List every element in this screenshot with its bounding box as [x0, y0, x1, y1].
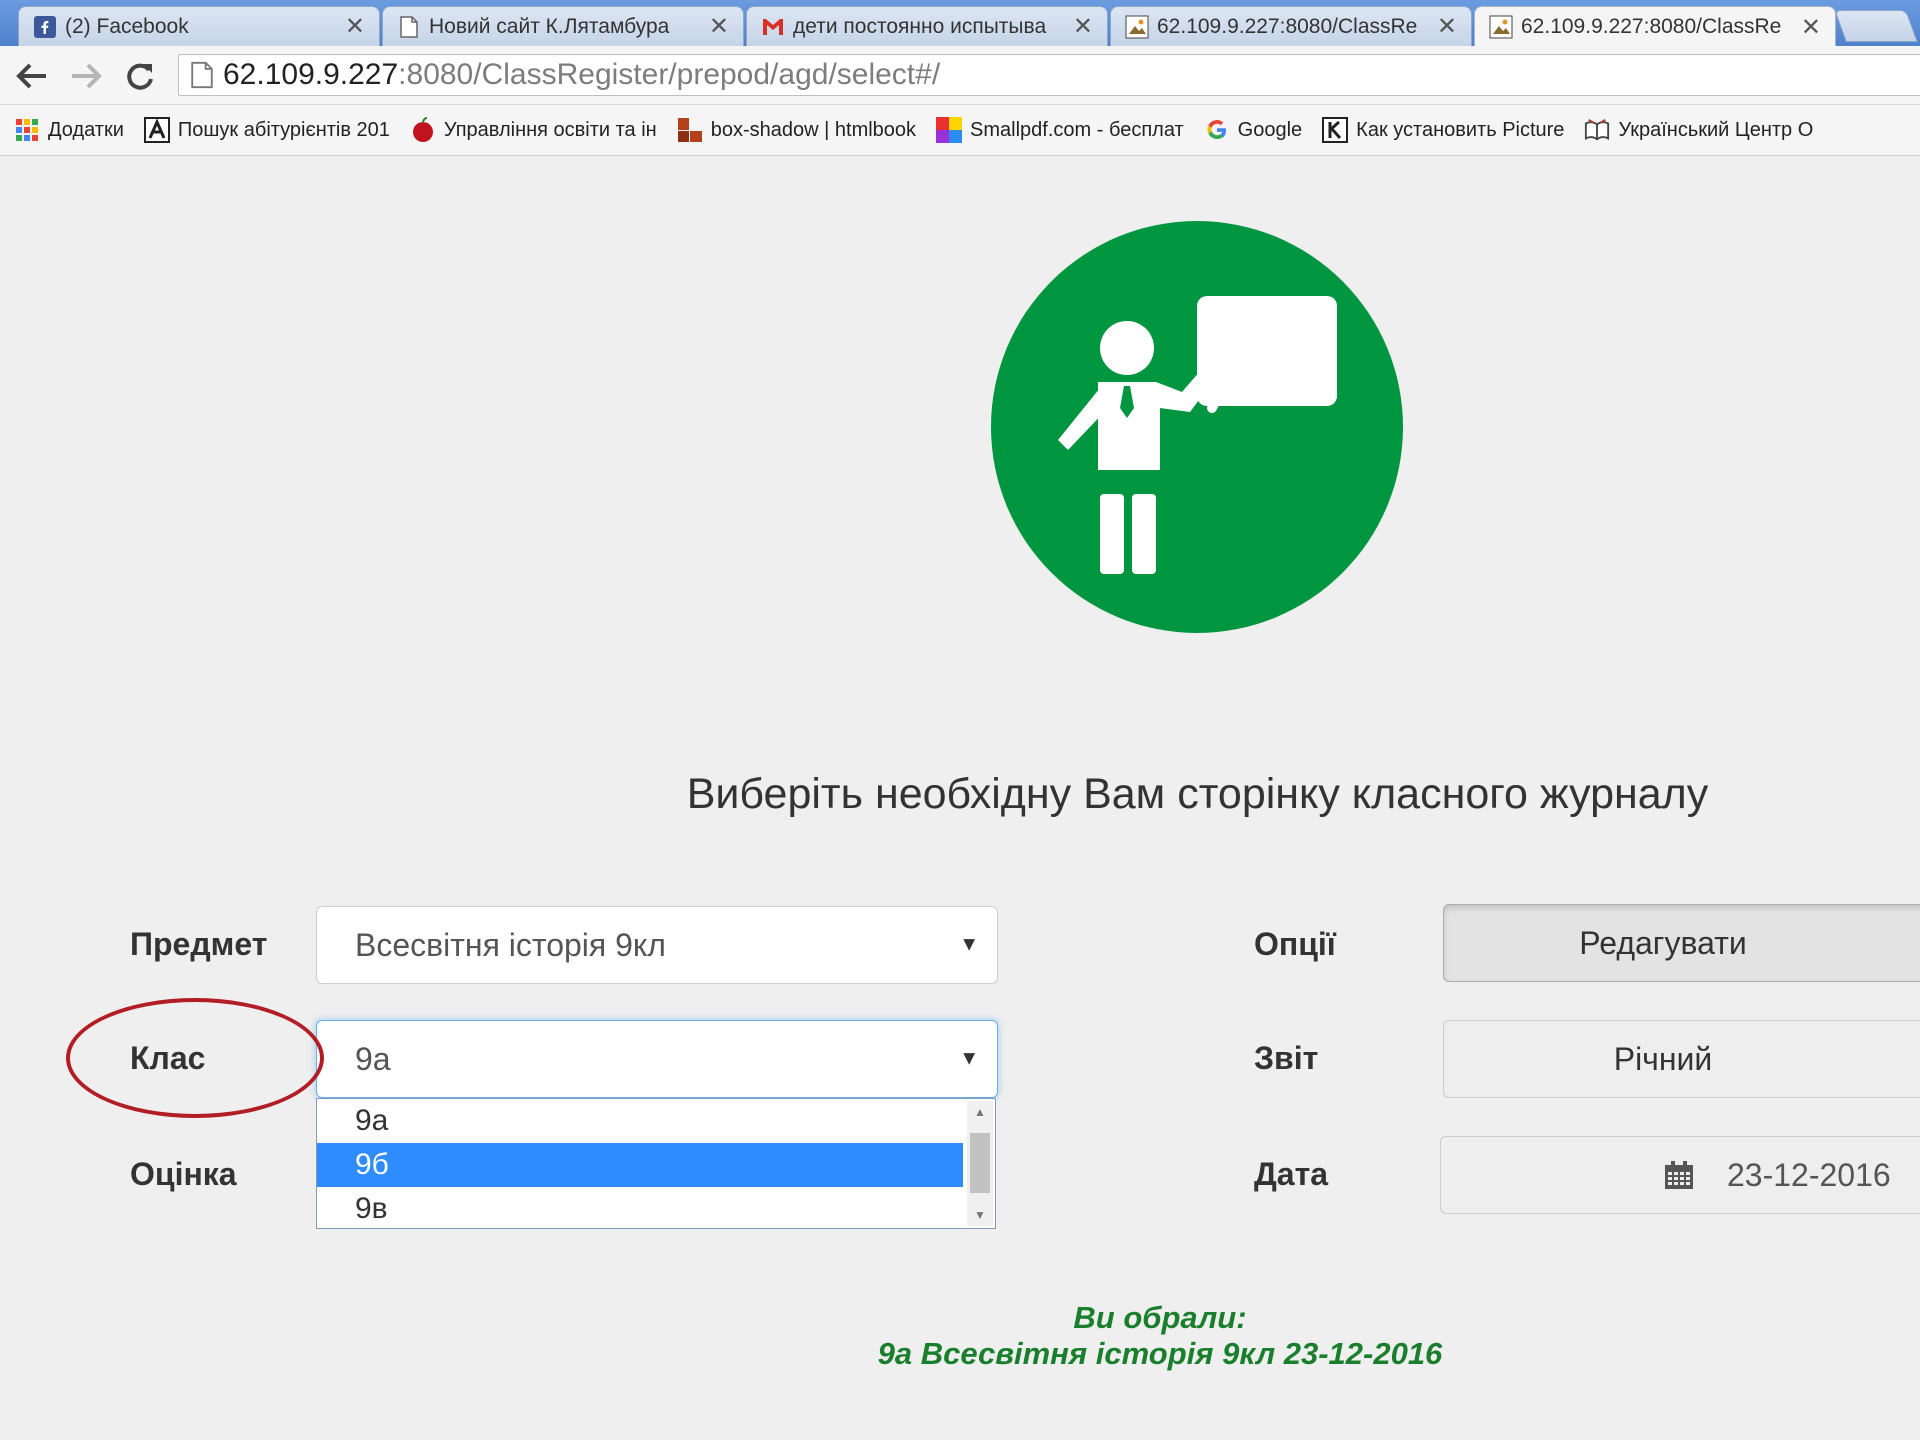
url-path: :8080/ClassRegister/prepod/agd/select#/ — [398, 58, 941, 91]
classregister-icon — [1125, 15, 1149, 39]
bookmark-google[interactable]: Google — [1204, 117, 1303, 143]
tab-new-site[interactable]: Новий сайт К.Лятамбура ✕ — [382, 6, 744, 46]
options-label: Опції — [1254, 926, 1336, 962]
bookmark-label: Google — [1237, 118, 1303, 141]
subject-select-value: Всесвітня історія 9кл — [355, 926, 666, 963]
caret-down-icon: ▼ — [959, 933, 979, 956]
tab-gmail[interactable]: дети постоянно испытыва ✕ — [746, 6, 1108, 46]
bookmarks-bar: Додатки Пошук абітурієнтів 201 Управлінн… — [0, 105, 1920, 156]
annual-report-button[interactable]: Річний — [1443, 1020, 1920, 1098]
scrollbar-thumb[interactable] — [970, 1133, 990, 1193]
bookmark-label: Додатки — [48, 118, 124, 141]
class-option-9a[interactable]: 9а — [317, 1099, 963, 1143]
apple-icon — [410, 117, 436, 143]
class-option-9v[interactable]: 9в — [317, 1187, 963, 1228]
bookmark-label: Как установить Picture — [1356, 118, 1565, 141]
tab-title: Новий сайт К.Лятамбура — [429, 14, 670, 38]
scroll-down-icon[interactable]: ▼ — [967, 1208, 993, 1222]
subject-label: Предмет — [130, 926, 268, 962]
tab-title: (2) Facebook — [65, 14, 189, 38]
close-icon[interactable]: ✕ — [709, 12, 729, 41]
bookmark-ukr-center[interactable]: Український Центр О — [1584, 117, 1813, 143]
classregister-icon — [1489, 15, 1513, 39]
page-title: Виберіть необхідну Вам сторінку класного… — [686, 770, 1709, 818]
browser-toolbar: 62.109.9.227:8080/ClassRegister/prepod/a… — [0, 46, 1920, 105]
close-icon[interactable]: ✕ — [1801, 13, 1821, 42]
grade-label: Оцінка — [130, 1156, 237, 1192]
bookmark-education-dept[interactable]: Управління освіти та ін — [410, 117, 657, 143]
k-letter-icon — [1322, 117, 1349, 143]
annual-report-label: Річний — [1613, 1040, 1713, 1077]
tab-facebook[interactable]: (2) Facebook ✕ — [18, 6, 380, 46]
subject-select[interactable]: Всесвітня історія 9кл ▼ — [316, 906, 998, 984]
bookmark-label: Пошук абітурієнтів 201 — [177, 118, 390, 141]
teacher-logo-icon — [991, 221, 1403, 633]
reload-button[interactable] — [120, 56, 160, 96]
bookmark-apps[interactable]: Додатки — [14, 117, 124, 143]
close-icon[interactable]: ✕ — [345, 12, 365, 41]
address-bar[interactable]: 62.109.9.227:8080/ClassRegister/prepod/a… — [178, 54, 1920, 96]
date-picker[interactable]: 23-12-2016 — [1440, 1136, 1920, 1214]
close-icon[interactable]: ✕ — [1437, 12, 1457, 41]
arrow-left-icon — [16, 63, 46, 89]
tab-title: 62.109.9.227:8080/ClassRe — [1157, 14, 1418, 38]
apps-icon — [14, 117, 40, 143]
class-dropdown-list: 9а 9б 9в ▲ ▼ — [316, 1098, 996, 1229]
summary-value: 9а Всесвітня історія 9кл 23-12-2016 — [877, 1336, 1443, 1371]
bricks-icon — [677, 117, 703, 143]
date-label: Дата — [1254, 1156, 1329, 1192]
bookmark-box-shadow[interactable]: box-shadow | htmlbook — [677, 117, 916, 143]
class-select-value: 9а — [355, 1040, 391, 1077]
google-icon — [1204, 117, 1230, 143]
back-button[interactable] — [12, 56, 52, 96]
selection-summary: Ви обрали: 9а Всесвітня історія 9кл 23-1… — [760, 1300, 1560, 1372]
forward-button[interactable] — [66, 56, 106, 96]
bookmark-label: Український Центр О — [1618, 118, 1814, 141]
caret-down-icon: ▼ — [959, 1047, 979, 1070]
bookmark-applicants[interactable]: Пошук абітурієнтів 201 — [143, 117, 390, 143]
bookmark-smallpdf[interactable]: Smallpdf.com - бесплат — [936, 117, 1184, 143]
annotation-oval — [66, 998, 324, 1118]
new-tab-button[interactable] — [1834, 10, 1918, 42]
class-select[interactable]: 9а ▼ — [316, 1020, 998, 1098]
date-value: 23-12-2016 — [1727, 1156, 1891, 1193]
bookmark-label: Управління освіти та ін — [443, 118, 657, 141]
scroll-up-icon[interactable]: ▲ — [967, 1105, 993, 1119]
url-host: 62.109.9.227 — [223, 58, 399, 91]
calendar-icon[interactable] — [1663, 1159, 1695, 1191]
summary-title: Ви обрали: — [1073, 1300, 1247, 1335]
tab-title: 62.109.9.227:8080/ClassRe — [1521, 15, 1782, 38]
report-label: Звіт — [1254, 1040, 1319, 1076]
bookmark-picture[interactable]: Как установить Picture — [1322, 117, 1564, 143]
bookmark-label: Smallpdf.com - бесплат — [970, 118, 1184, 141]
tab-strip: (2) Facebook ✕ Новий сайт К.Лятамбура ✕ … — [0, 0, 1920, 46]
book-icon — [1584, 117, 1610, 143]
page-icon — [397, 15, 421, 39]
arrow-right-icon — [72, 63, 102, 89]
gmail-icon — [761, 15, 785, 39]
tab-title: дети постоянно испытыва — [793, 14, 1047, 38]
page-icon — [191, 61, 213, 89]
close-icon[interactable]: ✕ — [1073, 12, 1093, 41]
class-option-9b[interactable]: 9б — [317, 1143, 963, 1187]
dropdown-scrollbar[interactable]: ▲ ▼ — [967, 1101, 993, 1226]
tab-classregister-1[interactable]: 62.109.9.227:8080/ClassRe ✕ — [1110, 6, 1472, 46]
facebook-icon — [33, 15, 57, 39]
smallpdf-icon — [936, 117, 963, 143]
a-letter-icon — [143, 117, 170, 143]
edit-button[interactable]: Редагувати — [1443, 904, 1920, 982]
reload-icon — [127, 63, 153, 90]
tab-classregister-active[interactable]: 62.109.9.227:8080/ClassRe ✕ — [1474, 6, 1836, 46]
bookmark-label: box-shadow | htmlbook — [710, 118, 917, 141]
edit-button-label: Редагувати — [1579, 924, 1747, 961]
